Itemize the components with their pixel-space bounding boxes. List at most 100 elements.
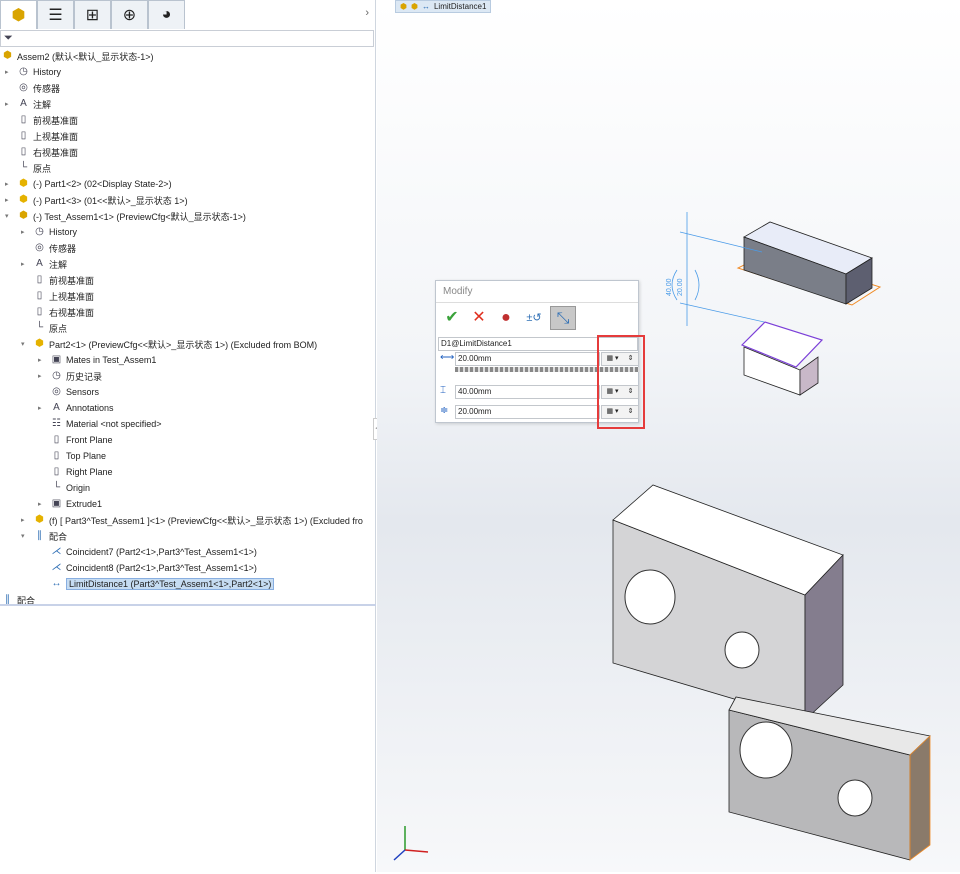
tree-item[interactable]: ↔ LimitDistance1 (Part3^Test_Assem1<1>,Pa… (50, 576, 275, 592)
tree-item-label: Material <not specified> (66, 419, 162, 429)
expand-arrow-icon[interactable]: ▸ (38, 500, 46, 508)
tree-item-label: Coincident8 (Part2<1>,Part3^Test_Assem1<… (66, 563, 257, 573)
tree-item[interactable]: ▸ ⬢ (f) [ Part3^Test_Assem1 ]<1> (PreviewC… (21, 512, 363, 528)
max-distance-input[interactable]: 40.00mm (455, 385, 600, 399)
expand-arrow-icon[interactable]: ▸ (21, 228, 29, 236)
tree-item[interactable]: ▸ ◷ History (21, 224, 78, 240)
tree-item[interactable]: ▯ 前视基准面 (33, 272, 94, 288)
tree-item[interactable]: └ 原点 (17, 160, 51, 176)
collapse-arrow-icon[interactable]: ▾ (21, 532, 29, 540)
tree-item[interactable]: ⋌ Coincident7 (Part2<1>,Part3^Test_Assem1… (50, 544, 257, 560)
tree-item[interactable]: ▸ ⬢ (-) Part1<3> (01<<默认>_显示状态 1>) (5, 192, 188, 208)
origin-icon: └ (52, 482, 61, 493)
tree-item-label: Assem2 (默认<默认_显示状态-1>) (17, 51, 154, 62)
tree-item[interactable]: ▯ 上视基准面 (17, 128, 78, 144)
tree-item[interactable]: ▸ A 注解 (21, 256, 67, 272)
assembly-icon[interactable]: ⬢ (400, 2, 407, 11)
coincident-icon: ⋌ (51, 546, 62, 557)
reverse-dimension-button[interactable]: ±↺ (521, 306, 547, 330)
cancel-button[interactable]: ✕ (466, 306, 492, 330)
tree-item[interactable]: ▾ ⬢ Part2<1> (PreviewCfg<<默认>_显示状态 1>) (Ex… (21, 336, 317, 352)
ok-button[interactable]: ✔ (439, 306, 465, 330)
expand-arrow-icon[interactable]: ▸ (38, 356, 46, 364)
expand-arrow-icon[interactable]: ▸ (21, 516, 29, 524)
tree-item[interactable]: ⬢ Assem2 (默认<默认_显示状态-1>) (1, 48, 154, 64)
tree-item-label: History (33, 67, 62, 77)
material-icon: ☷ (52, 418, 61, 429)
tree-item[interactable]: ◎ 传感器 (17, 80, 60, 96)
tree-item[interactable]: ▸ ◷ 历史记录 (38, 368, 102, 384)
expand-arrow-icon[interactable]: ▸ (5, 100, 13, 108)
panel-tabs: ⬢ ☰ ⊞ ⊕ ◕ (0, 0, 376, 30)
tree-item[interactable]: ▯ Front Plane (50, 432, 113, 448)
tree-item-label: 上视基准面 (49, 291, 95, 302)
sensor-icon: ◎ (19, 82, 28, 93)
distance-value-input[interactable]: 20.00mm (455, 352, 600, 366)
min-distance-input[interactable]: 20.00mm (455, 405, 600, 419)
collapse-arrow-icon[interactable]: ▾ (21, 340, 29, 348)
breadcrumb[interactable]: ⬢ ⬢ ↔ LimitDistance1 (395, 0, 492, 13)
tree-item-label: Extrude1 (66, 499, 103, 509)
tab-feature-manager[interactable]: ⬢ (0, 0, 37, 29)
annotation-icon: A (36, 258, 43, 269)
plane-icon: ▯ (36, 290, 43, 301)
tab-configuration-manager[interactable]: ⊞ (74, 0, 111, 29)
expand-arrow-icon[interactable]: ▸ (5, 196, 13, 204)
tree-item[interactable]: ▸ A Annotations (38, 400, 114, 416)
tree-item-label: History (49, 227, 78, 237)
tree-item[interactable]: ▯ Right Plane (50, 464, 113, 480)
expand-arrow-icon[interactable]: › (365, 7, 369, 19)
filter-icon[interactable]: ⏷ (4, 32, 13, 45)
rebuild-button[interactable]: ● (493, 306, 519, 330)
tree-item[interactable]: └ Origin (50, 480, 90, 496)
lower-plate[interactable] (728, 696, 931, 861)
tree-item[interactable]: ◎ 传感器 (33, 240, 76, 256)
mark-dimension-button[interactable]: ⤡ (550, 306, 576, 330)
upper-plate[interactable] (612, 484, 844, 721)
tree-item[interactable]: ▸ ▣ Mates in Test_Assem1 (38, 352, 156, 368)
plane-icon: ▯ (20, 146, 27, 157)
tree-item-label: 右视基准面 (49, 307, 95, 318)
tab-display-manager[interactable]: ◕ (148, 0, 185, 29)
filter-bar[interactable]: ⏷ (0, 30, 374, 47)
tree-item-label: Coincident7 (Part2<1>,Part3^Test_Assem1<… (66, 547, 257, 557)
min-distance-label[interactable]: 20.00 (677, 278, 684, 296)
expand-arrow-icon[interactable]: ▸ (21, 260, 29, 268)
tree-item[interactable]: ▯ 右视基准面 (17, 144, 78, 160)
tab-property-manager[interactable]: ☰ (37, 0, 74, 29)
tree-item[interactable]: ▸ A 注解 (5, 96, 51, 112)
tree-item[interactable]: ▯ 前视基准面 (17, 112, 78, 128)
upper-long-block[interactable] (736, 221, 882, 306)
tree-item[interactable]: ▾ ⬢ (-) Test_Assem1<1> (PreviewCfg<默认_显示状态… (5, 208, 246, 224)
tree-item[interactable]: ▸ ▣ Extrude1 (38, 496, 103, 512)
max-distance-label[interactable]: 40.00 (666, 278, 673, 296)
tab-dimxpert[interactable]: ⊕ (111, 0, 148, 29)
tree-item-label: 原点 (33, 163, 52, 174)
tree-item[interactable]: ▯ Top Plane (50, 448, 106, 464)
tree-item-label: Top Plane (66, 451, 107, 461)
expand-arrow-icon[interactable]: ▸ (5, 68, 13, 76)
tree-item[interactable]: ▯ 上视基准面 (33, 288, 94, 304)
tree-item[interactable]: ▸ ⬢ (-) Part1<2> (02<Display State-2>) (5, 176, 172, 192)
origin-icon: └ (19, 162, 28, 173)
tree-item-label: 前视基准面 (33, 115, 79, 126)
expand-arrow-icon[interactable]: ▸ (5, 180, 13, 188)
collapse-arrow-icon[interactable]: ▾ (5, 212, 13, 220)
panel-divider[interactable] (0, 604, 376, 606)
graphics-viewport[interactable]: 40.00 20.00 (377, 0, 960, 872)
tree-item[interactable]: ◎ Sensors (50, 384, 99, 400)
expand-arrow-icon[interactable]: ▸ (38, 372, 46, 380)
expand-arrow-icon[interactable]: ▸ (38, 404, 46, 412)
assembly-icon[interactable]: ⬢ (411, 2, 418, 11)
plane-icon: ▯ (36, 274, 43, 285)
lower-small-block[interactable] (740, 321, 824, 396)
tree-item[interactable]: └ 原点 (33, 320, 67, 336)
tree-item-label: Sensors (66, 387, 100, 397)
tree-item[interactable]: ▾ ∥ 配合 (21, 528, 67, 544)
distance-icon: ⟷ (440, 352, 455, 363)
tree-item[interactable]: ⋌ Coincident8 (Part2<1>,Part3^Test_Assem1… (50, 560, 257, 576)
breadcrumb-label[interactable]: LimitDistance1 (434, 2, 486, 11)
tree-item[interactable]: ▸ ◷ History (5, 64, 62, 80)
tree-item[interactable]: ▯ 右视基准面 (33, 304, 94, 320)
tree-item[interactable]: ☷ Material <not specified> (50, 416, 162, 432)
